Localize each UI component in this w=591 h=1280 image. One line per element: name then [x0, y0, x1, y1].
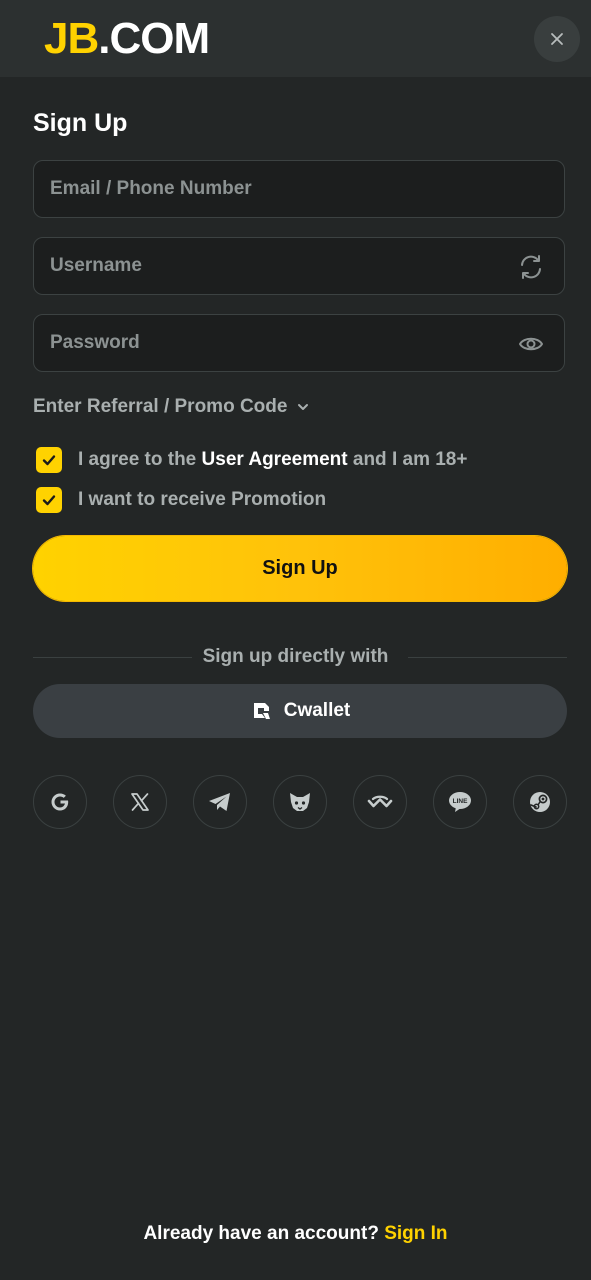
promotion-label: I want to receive Promotion — [78, 489, 327, 510]
refresh-icon[interactable] — [518, 254, 544, 280]
metamask-signup-button[interactable] — [273, 775, 327, 829]
cwallet-label: Cwallet — [283, 700, 351, 721]
close-icon — [551, 33, 563, 45]
steam-icon — [530, 792, 550, 812]
logo[interactable]: JB.COM — [44, 14, 210, 64]
eye-icon[interactable] — [518, 331, 544, 357]
account-prompt: Already have an account? — [143, 1223, 385, 1244]
cwallet-icon — [253, 703, 270, 719]
sign-up-button[interactable]: Sign Up — [33, 536, 567, 601]
checkmark-icon — [42, 495, 56, 506]
x-icon — [131, 793, 149, 811]
metamask-icon — [290, 793, 310, 811]
checkmark-icon — [42, 455, 56, 466]
referral-code-label: Enter Referral / Promo Code — [33, 396, 288, 417]
agreement-row: I agree to the User Agreement and I am 1… — [36, 447, 467, 473]
email-field-container[interactable] — [33, 160, 565, 218]
password-field[interactable] — [50, 315, 490, 371]
agreement-checkbox[interactable] — [36, 447, 62, 473]
close-button[interactable] — [534, 16, 580, 62]
footer: Already have an account? Sign In — [0, 1222, 591, 1246]
chevron-down-icon — [298, 404, 309, 410]
promotion-row: I want to receive Promotion — [36, 487, 326, 513]
google-icon — [51, 793, 69, 811]
line-signup-button[interactable]: LINE — [433, 775, 487, 829]
walletconnect-signup-button[interactable] — [353, 775, 407, 829]
user-agreement-link[interactable]: User Agreement — [202, 449, 348, 471]
steam-signup-button[interactable] — [513, 775, 567, 829]
username-field[interactable] — [50, 238, 490, 294]
telegram-icon — [209, 793, 230, 811]
cwallet-button[interactable]: Cwallet — [33, 684, 567, 738]
header: JB.COM — [0, 0, 591, 77]
agreement-suffix: and I am 18+ — [347, 449, 468, 470]
x-signup-button[interactable] — [113, 775, 167, 829]
google-signup-button[interactable] — [33, 775, 87, 829]
telegram-signup-button[interactable] — [193, 775, 247, 829]
divider-text: Sign up directly with — [202, 646, 389, 667]
referral-code-toggle[interactable]: Enter Referral / Promo Code — [33, 395, 309, 419]
sign-in-link[interactable]: Sign In — [384, 1223, 447, 1244]
line-icon: LINE — [449, 792, 471, 812]
svg-text:LINE: LINE — [453, 798, 468, 805]
username-field-container[interactable] — [33, 237, 565, 295]
promotion-checkbox[interactable] — [36, 487, 62, 513]
email-field[interactable] — [50, 161, 490, 217]
agreement-prefix: I agree to the — [78, 449, 202, 470]
password-field-container[interactable] — [33, 314, 565, 372]
page-title: Sign Up — [33, 109, 128, 137]
walletconnect-icon — [367, 795, 393, 808]
